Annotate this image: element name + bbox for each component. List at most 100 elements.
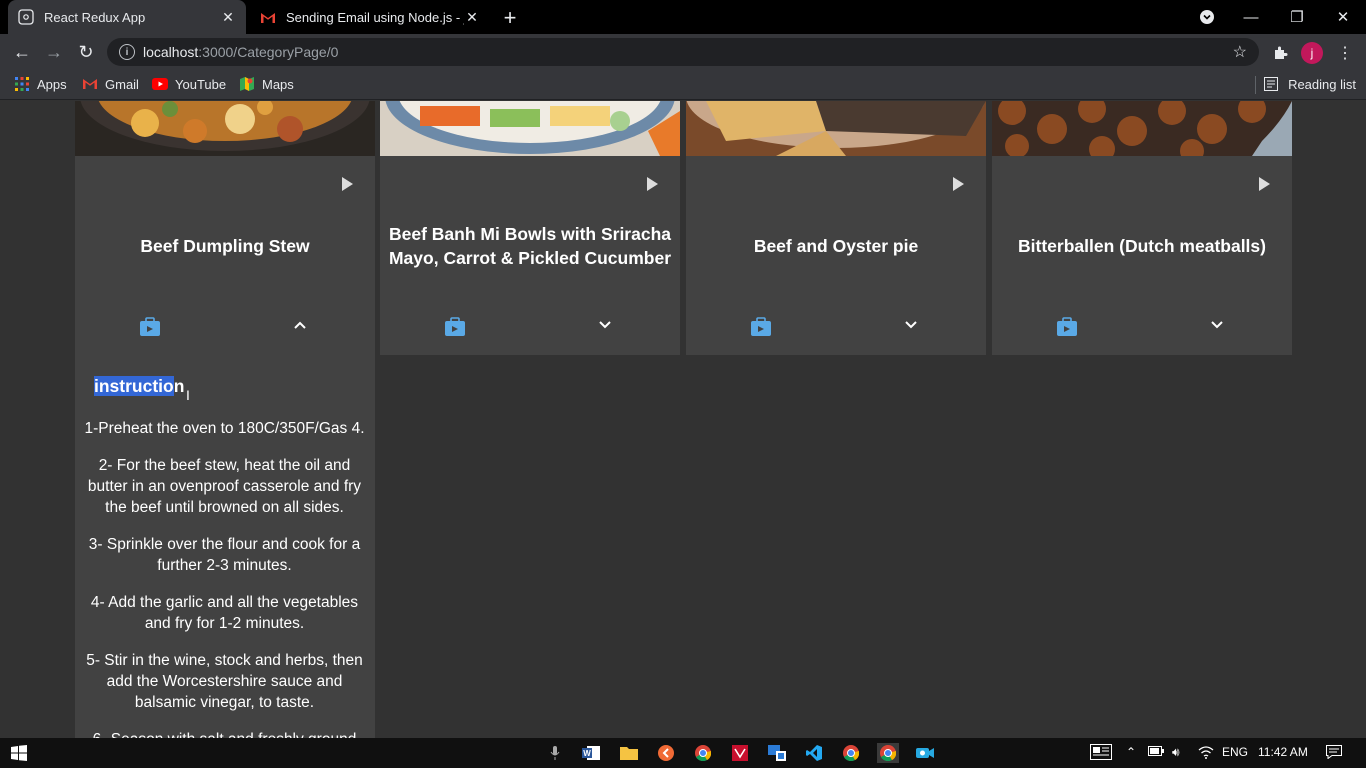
address-bar[interactable]: i localhost :3000/CategoryPage/0 ☆	[107, 38, 1259, 66]
word-icon[interactable]: W	[580, 743, 602, 763]
profile-avatar[interactable]: j	[1301, 42, 1323, 64]
chrome-icon[interactable]	[877, 743, 899, 763]
bookmark-youtube[interactable]: YouTube	[152, 76, 226, 92]
instruction-step: 3- Sprinkle over the flour and cook for …	[88, 536, 361, 574]
browser-toolbar: ← → ↻ i localhost :3000/CategoryPage/0 ☆…	[0, 34, 1366, 70]
reading-list-label: Reading list	[1288, 76, 1356, 92]
bookmark-label: Apps	[37, 76, 67, 92]
recipe-card: Bitterballen (Dutch meatballs)	[992, 101, 1292, 355]
volume-icon[interactable]: 🔊︎	[1172, 745, 1180, 760]
chrome-icon[interactable]	[692, 743, 714, 763]
tab-search-icon[interactable]	[1184, 0, 1230, 34]
file-explorer-icon[interactable]	[618, 743, 640, 763]
recipe-image	[686, 101, 986, 156]
reading-list-icon	[1264, 76, 1280, 92]
url-path: :3000/CategoryPage/0	[198, 44, 339, 60]
bookmark-label: Maps	[262, 76, 294, 92]
recipe-name: Beef Banh Mi Bowls with Sriracha Mayo, C…	[388, 224, 672, 268]
recipe-card: Beef and Oyster pie	[686, 101, 986, 355]
microphone-icon[interactable]	[544, 743, 566, 763]
windows-start-icon[interactable]	[8, 743, 30, 763]
bookmark-label: Gmail	[105, 76, 139, 92]
restore-icon[interactable]: ❐	[1274, 0, 1320, 34]
bookmark-label: YouTube	[175, 76, 227, 92]
instruction-step: 5- Stir in the wine, stock and herbs, th…	[86, 652, 363, 711]
app-red-icon[interactable]	[729, 743, 751, 763]
close-window-icon[interactable]: ✕	[1320, 0, 1366, 34]
play-icon[interactable]	[1259, 177, 1270, 191]
share-icon[interactable]	[444, 317, 466, 342]
app-orange-icon[interactable]	[655, 743, 677, 763]
maps-icon	[239, 76, 255, 92]
instruction-step: 2- For the beef stew, heat the oil and b…	[87, 457, 362, 516]
chevron-down-icon[interactable]	[1206, 318, 1228, 333]
share-icon[interactable]	[139, 317, 161, 342]
recipe-card: Beef Banh Mi Bowls with Sriracha Mayo, C…	[380, 101, 680, 355]
new-tab-icon[interactable]: +	[499, 5, 521, 31]
apps-grid-icon	[14, 76, 30, 92]
chevron-up-icon[interactable]: ⌃	[1126, 745, 1136, 759]
minimize-icon[interactable]: —	[1228, 0, 1274, 34]
bookmarks-bar: Apps Gmail YouTube Maps Reading list	[0, 70, 1366, 100]
instruction-step: 4- Add the garlic and all the vegetables…	[90, 594, 359, 632]
instructions-panel: instruction 1-Preheat the oven to 180C/3…	[75, 356, 374, 738]
bookmarks-divider	[1255, 76, 1256, 94]
instruction-step: 1-Preheat the oven to 180C/350F/Gas 4.	[84, 420, 365, 437]
close-tab-icon[interactable]: ✕	[220, 9, 236, 26]
app-blue-icon[interactable]	[766, 743, 788, 763]
tab-strip: React Redux App ✕ Sending Email using No…	[0, 0, 1366, 34]
back-icon[interactable]: ←	[10, 40, 34, 64]
menu-icon[interactable]: ⋮	[1334, 42, 1356, 64]
site-info-icon[interactable]: i	[119, 44, 135, 60]
chevron-down-icon[interactable]	[900, 318, 922, 333]
windows-taskbar: W ⌃ 🔊︎ ENG 11:42 AM	[0, 738, 1366, 768]
share-icon[interactable]	[750, 317, 772, 342]
reload-icon[interactable]: ↻	[74, 40, 98, 64]
recipe-image	[992, 101, 1292, 156]
play-icon[interactable]	[647, 177, 658, 191]
reading-list-button[interactable]: Reading list	[1264, 76, 1356, 92]
tab-react-redux-app[interactable]: React Redux App ✕	[8, 0, 246, 34]
language-indicator[interactable]: ENG	[1222, 745, 1248, 759]
youtube-icon	[152, 76, 168, 92]
tab-sending-email[interactable]: Sending Email using Node.js - ja ✕	[250, 0, 490, 34]
heading-rest: n	[173, 376, 185, 396]
play-icon[interactable]	[342, 177, 353, 191]
bookmark-star-icon[interactable]: ☆	[1233, 42, 1247, 62]
gmail-icon	[260, 9, 276, 25]
text-cursor-icon: I	[186, 387, 190, 403]
chrome-icon[interactable]	[840, 743, 862, 763]
notifications-icon[interactable]	[1326, 745, 1342, 762]
svg-text:W: W	[583, 749, 591, 758]
url-host: localhost	[143, 44, 199, 60]
recipe-name: Bitterballen (Dutch meatballs)	[1018, 236, 1266, 256]
tab-title: React Redux App	[44, 9, 146, 25]
chevron-down-icon[interactable]	[594, 318, 616, 333]
page-content: Beef Dumpling Stew Beef Banh Mi Bowls wi…	[0, 101, 1366, 738]
battery-icon[interactable]	[1148, 745, 1164, 760]
selected-text: instructio	[94, 376, 174, 396]
screen-recorder-icon[interactable]	[914, 743, 936, 763]
react-icon	[18, 9, 34, 25]
news-icon[interactable]	[1090, 744, 1112, 763]
bookmark-apps[interactable]: Apps	[14, 76, 67, 92]
instructions-heading: instruction	[94, 376, 184, 397]
forward-icon[interactable]: →	[42, 40, 66, 64]
bookmark-gmail[interactable]: Gmail	[82, 76, 139, 92]
tab-title: Sending Email using Node.js - ja	[286, 9, 464, 25]
gmail-icon	[82, 76, 98, 92]
bookmark-maps[interactable]: Maps	[239, 76, 294, 92]
vscode-icon[interactable]	[803, 743, 825, 763]
recipe-image	[380, 101, 680, 156]
instruction-step: 6- Season with salt and freshly ground	[83, 729, 366, 738]
play-icon[interactable]	[953, 177, 964, 191]
share-icon[interactable]	[1056, 317, 1078, 342]
recipe-name: Beef Dumpling Stew	[140, 236, 310, 256]
recipe-image	[75, 101, 375, 156]
wifi-icon[interactable]	[1198, 745, 1214, 762]
close-tab-icon[interactable]: ✕	[464, 9, 480, 26]
chevron-up-icon[interactable]	[289, 318, 311, 333]
extensions-icon[interactable]	[1269, 42, 1291, 64]
recipe-name: Beef and Oyster pie	[753, 236, 919, 256]
clock[interactable]: 11:42 AM	[1258, 745, 1308, 759]
